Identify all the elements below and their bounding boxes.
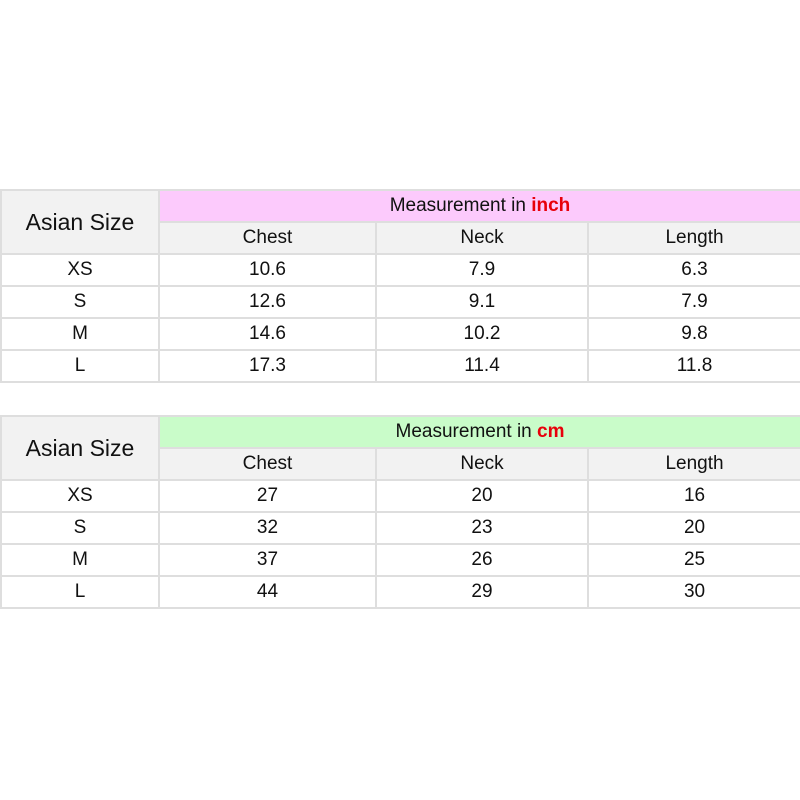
value-cell: 20 <box>375 479 589 513</box>
value-cell: 11.4 <box>375 349 589 383</box>
size-cell: L <box>0 349 160 383</box>
measurement-label: Measurement in <box>395 421 538 442</box>
size-cell: M <box>0 317 160 351</box>
value-cell: 30 <box>586 575 800 609</box>
value-cell: 44 <box>158 575 377 609</box>
group-header-row: Asian Size Measurement in inch <box>0 189 800 255</box>
value-cell: 25 <box>586 543 800 577</box>
cm-size-table: Asian Size Measurement in cm Chest Neck Leng… <box>0 415 800 609</box>
column-header: Length <box>586 447 800 481</box>
size-header: Asian Size <box>0 415 160 481</box>
value-cell: 9.1 <box>375 285 589 319</box>
measurement-header: Measurement in cm <box>157 415 800 449</box>
value-cell: 29 <box>375 575 589 609</box>
table-row: S 12.6 9.1 7.9 <box>0 285 800 319</box>
table-row: S 32 23 20 <box>0 511 800 545</box>
unit-label: inch <box>531 195 571 216</box>
table-row: M 37 26 25 <box>0 543 800 577</box>
measurement-header: Measurement in inch <box>158 189 800 223</box>
column-header: Chest <box>158 221 377 255</box>
size-header: Asian Size <box>0 189 160 255</box>
value-cell: 9.8 <box>587 317 800 351</box>
value-cell: 32 <box>158 511 377 545</box>
size-cell: L <box>0 575 160 609</box>
value-cell: 11.8 <box>587 349 800 383</box>
table-row: L 17.3 11.4 11.8 <box>0 349 800 383</box>
group-header-row: Asian Size Measurement in cm <box>0 415 800 481</box>
size-cell: S <box>0 511 160 545</box>
value-cell: 10.2 <box>375 317 589 351</box>
value-cell: 10.6 <box>158 253 377 287</box>
value-cell: 23 <box>375 511 589 545</box>
column-header: Chest <box>158 447 377 481</box>
table-row: L 44 29 30 <box>0 575 800 609</box>
inch-size-table: Asian Size Measurement in inch Chest Neck Le… <box>0 189 800 383</box>
value-cell: 12.6 <box>158 285 377 319</box>
table-row: XS 10.6 7.9 6.3 <box>0 253 800 287</box>
value-cell: 6.3 <box>587 253 800 287</box>
size-cell: XS <box>0 253 160 287</box>
measurement-label: Measurement in <box>389 195 532 216</box>
size-cell: S <box>0 285 160 319</box>
value-cell: 7.9 <box>587 285 800 319</box>
column-header: Neck <box>375 221 589 255</box>
value-cell: 37 <box>158 543 377 577</box>
value-cell: 7.9 <box>375 253 589 287</box>
column-header: Length <box>587 221 800 255</box>
size-cell: M <box>0 543 160 577</box>
table-row: XS 27 20 16 <box>0 479 800 513</box>
column-header: Neck <box>375 447 589 481</box>
table-row: M 14.6 10.2 9.8 <box>0 317 800 351</box>
unit-label: cm <box>537 421 565 442</box>
size-cell: XS <box>0 479 160 513</box>
value-cell: 27 <box>158 479 377 513</box>
value-cell: 14.6 <box>158 317 377 351</box>
value-cell: 17.3 <box>158 349 377 383</box>
value-cell: 26 <box>375 543 589 577</box>
value-cell: 16 <box>586 479 800 513</box>
value-cell: 20 <box>586 511 800 545</box>
